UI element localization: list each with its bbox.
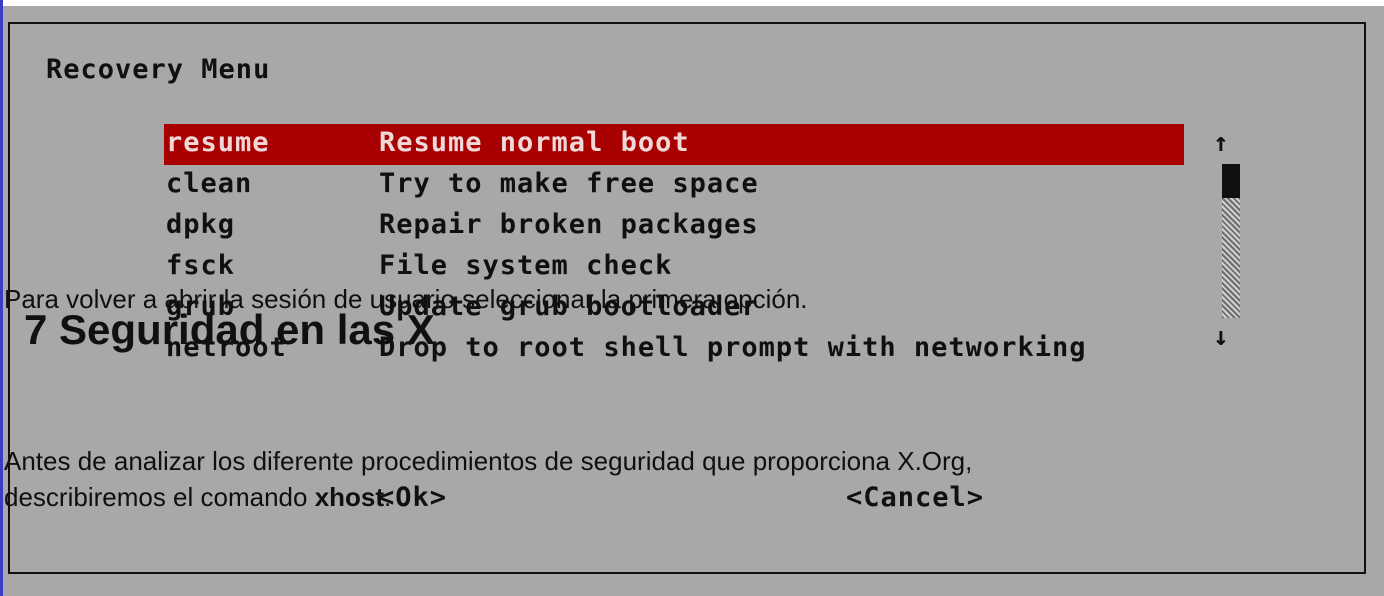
overlay-command-name: xhost: [314, 482, 385, 512]
menu-item-desc: File system check: [379, 250, 673, 281]
cancel-button[interactable]: <Cancel>: [846, 482, 984, 513]
menu-item-key: resume: [166, 127, 270, 158]
dialog-title: Recovery Menu: [46, 54, 271, 85]
scroll-down-arrow-icon[interactable]: ↓: [1213, 322, 1230, 352]
scrollbar-track[interactable]: [1222, 198, 1240, 318]
menu-item-desc: Try to make free space: [379, 168, 759, 199]
recovery-screen: Recovery Menu resume Resume normal boot …: [0, 0, 1384, 596]
top-strip: [0, 0, 1384, 6]
menu-item-key: fsck: [166, 250, 236, 281]
menu-item-desc: Drop to root shell prompt with networkin…: [379, 332, 1087, 363]
overlay-section-heading: 7 Seguridad en las X: [24, 306, 435, 353]
overlay-text-suffix: .: [384, 482, 392, 512]
scroll-up-arrow-icon[interactable]: ↑: [1213, 128, 1230, 158]
menu-item-fsck[interactable]: fsck File system check: [164, 247, 1184, 288]
scrollbar-thumb[interactable]: [1222, 164, 1240, 200]
menu-item-desc: Resume normal boot: [379, 127, 690, 158]
overlay-paragraph-line: Antes de analizar los diferente procedim…: [4, 446, 973, 476]
menu-item-resume[interactable]: resume Resume normal boot: [164, 124, 1184, 165]
menu-item-desc: Repair broken packages: [379, 209, 759, 240]
menu-item-key: clean: [166, 168, 253, 199]
left-accent: [0, 0, 3, 596]
overlay-text-prefix: describiremos el comando: [4, 482, 315, 512]
menu-item-key: dpkg: [166, 209, 236, 240]
menu-item-dpkg[interactable]: dpkg Repair broken packages: [164, 206, 1184, 247]
menu-item-clean[interactable]: clean Try to make free space: [164, 165, 1184, 206]
overlay-paragraph-line: describiremos el comando xhost.: [4, 482, 391, 513]
